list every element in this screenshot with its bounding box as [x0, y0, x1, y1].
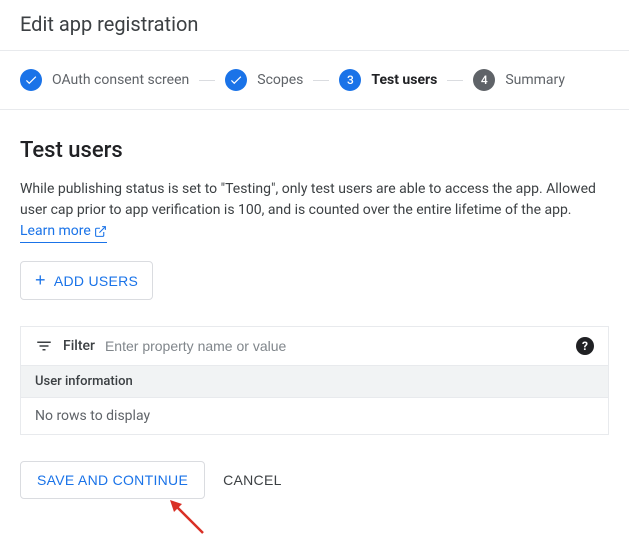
button-row: SAVE AND CONTINUE CANCEL — [20, 461, 609, 499]
add-users-button[interactable]: + ADD USERS — [20, 261, 153, 300]
step-number-icon: 3 — [339, 69, 361, 91]
learn-more-text: Learn more — [20, 221, 91, 242]
step-summary[interactable]: 4 Summary — [473, 69, 565, 91]
check-icon — [225, 69, 247, 91]
help-icon[interactable]: ? — [576, 337, 594, 355]
plus-icon: + — [35, 270, 46, 291]
section-title: Test users — [20, 138, 609, 163]
filter-icon — [35, 337, 53, 355]
table-header: User information — [21, 365, 608, 398]
save-and-continue-button[interactable]: SAVE AND CONTINUE — [20, 461, 205, 499]
filter-label: Filter — [63, 338, 95, 354]
check-icon — [20, 69, 42, 91]
filter-input[interactable] — [105, 338, 566, 354]
step-scopes[interactable]: Scopes — [225, 69, 303, 91]
table-empty-message: No rows to display — [21, 398, 608, 434]
cancel-button[interactable]: CANCEL — [223, 472, 282, 488]
step-label: Summary — [505, 72, 565, 88]
description-text: While publishing status is set to "Testi… — [20, 181, 596, 218]
add-users-label: ADD USERS — [54, 273, 138, 289]
stepper: OAuth consent screen Scopes 3 Test users… — [0, 51, 629, 110]
step-divider — [313, 80, 329, 81]
step-divider — [199, 80, 215, 81]
filter-row: Filter ? — [21, 327, 608, 365]
step-test-users[interactable]: 3 Test users — [339, 69, 437, 91]
step-oauth-consent[interactable]: OAuth consent screen — [20, 69, 189, 91]
page-title: Edit app registration — [20, 12, 609, 36]
step-divider — [447, 80, 463, 81]
step-label: OAuth consent screen — [52, 72, 189, 88]
step-label: Test users — [371, 72, 437, 88]
step-label: Scopes — [257, 72, 303, 88]
users-table: Filter ? User information No rows to dis… — [20, 326, 609, 435]
external-link-icon — [94, 225, 107, 238]
step-number-icon: 4 — [473, 69, 495, 91]
annotation-arrow — [168, 498, 208, 538]
learn-more-link[interactable]: Learn more — [20, 221, 107, 243]
section-description: While publishing status is set to "Testi… — [20, 179, 609, 243]
